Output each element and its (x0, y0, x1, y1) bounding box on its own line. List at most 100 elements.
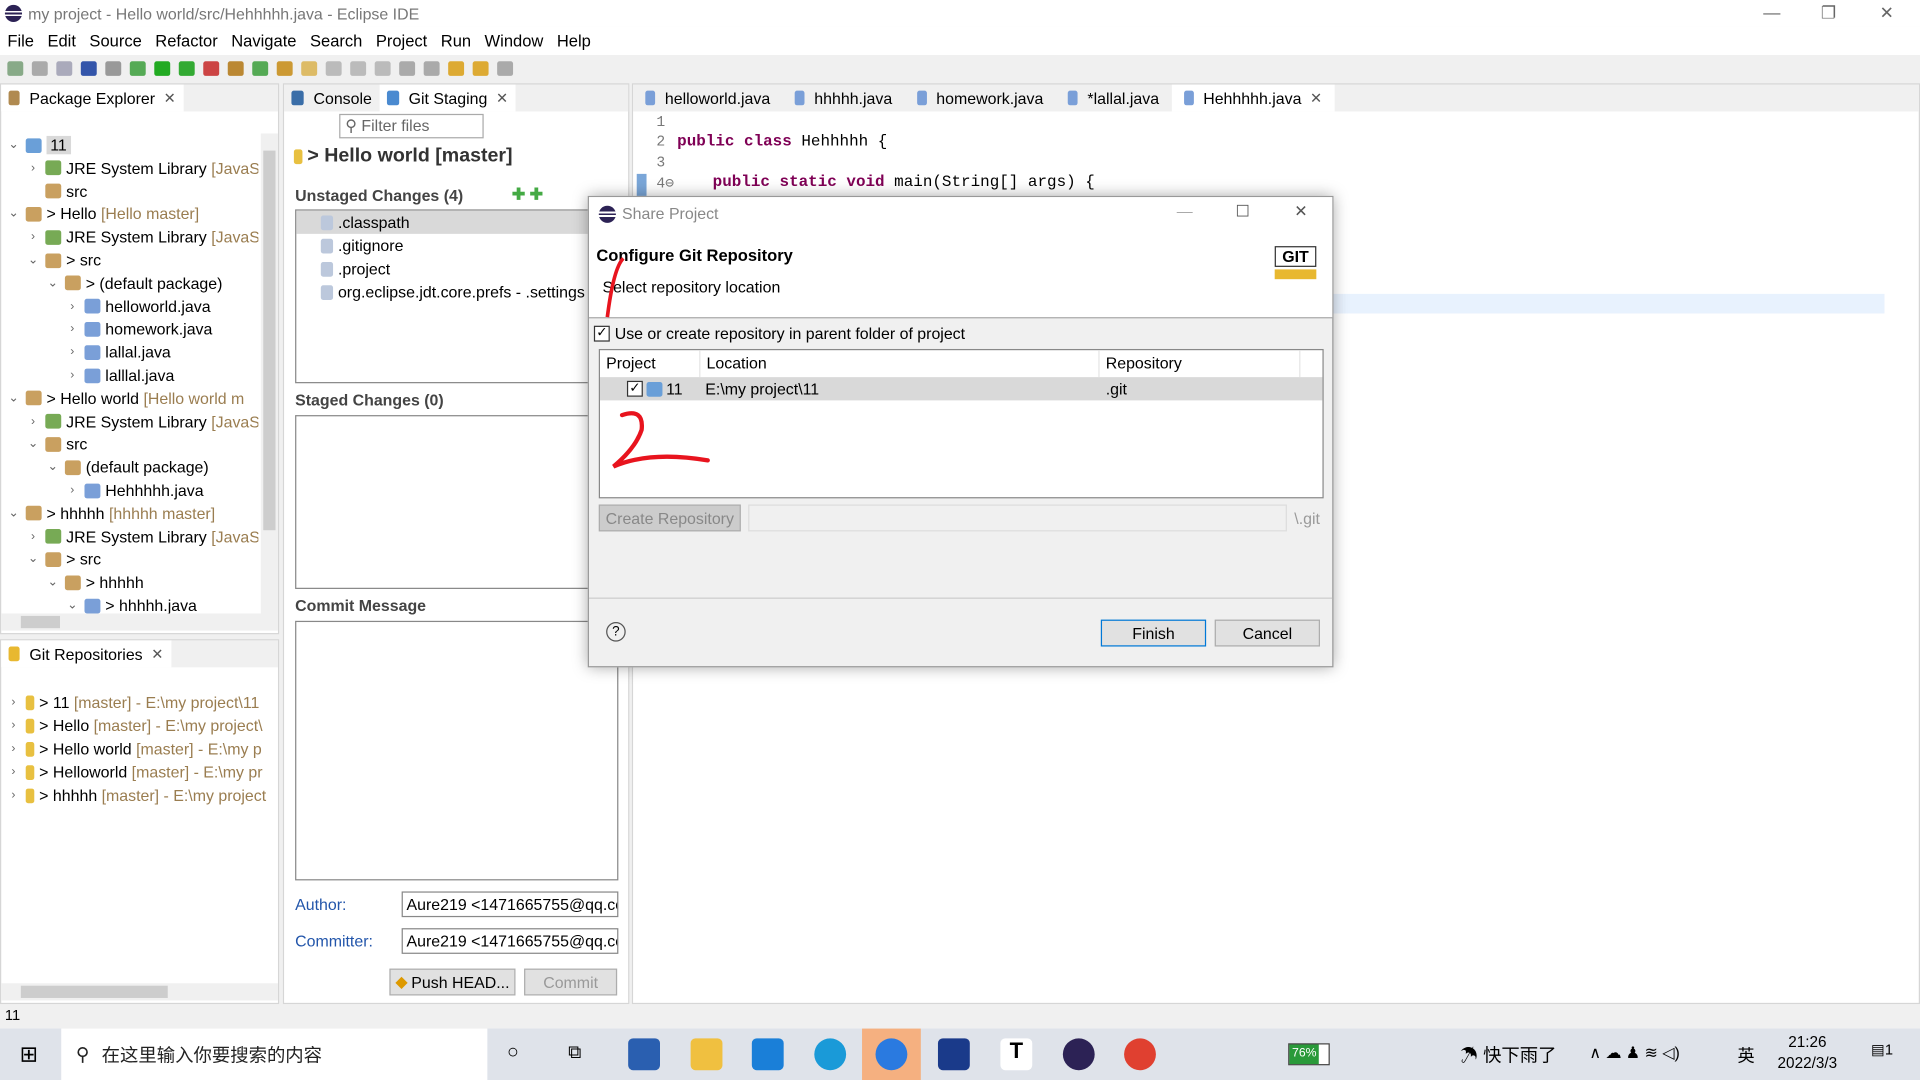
toolbar-button-icon[interactable] (399, 61, 416, 76)
chevron-right-icon[interactable]: › (65, 484, 80, 497)
chevron-right-icon[interactable]: › (26, 230, 41, 243)
toolbar-button-icon[interactable] (374, 61, 391, 76)
chevron-right-icon[interactable]: › (26, 530, 41, 543)
chevron-down-icon[interactable]: ⌄ (45, 576, 60, 589)
chevron-right-icon[interactable]: › (26, 161, 41, 174)
toolbar-button-icon[interactable] (129, 61, 146, 76)
chevron-down-icon[interactable]: ⌄ (26, 253, 41, 266)
editor-tab[interactable]: helloworld.java (633, 84, 782, 111)
battery-icon[interactable]: 76% (1288, 1043, 1330, 1066)
tree-item[interactable]: ⌄ > src (26, 548, 101, 571)
devcpp-icon[interactable] (937, 1038, 970, 1071)
editor-tab[interactable]: hhhhh.java (782, 84, 904, 111)
unstaged-changes-list[interactable]: .classpath .gitignore .project org.eclipse.… (295, 209, 638, 384)
chevron-right-icon[interactable]: › (6, 742, 21, 755)
repository-item[interactable]: › > Hello world [master] - E:\my p (6, 737, 261, 760)
close-icon[interactable]: ✕ (151, 645, 163, 662)
close-button[interactable]: ✕ (1880, 2, 1894, 23)
add-icon[interactable]: ✚ ✚ (512, 185, 543, 205)
toolbar-button-icon[interactable] (423, 61, 440, 76)
toolbar-button-icon[interactable] (7, 61, 24, 76)
toolbar-button-icon[interactable] (276, 61, 293, 76)
chevron-right-icon[interactable]: › (65, 346, 80, 359)
tree-item[interactable]: ⌄ > src (26, 249, 101, 272)
taskbar-search-input[interactable]: ⚲ 在这里输入你要搜索的内容 (61, 1028, 488, 1080)
menu-project[interactable]: Project (376, 32, 427, 50)
chevron-right-icon[interactable]: › (65, 300, 80, 313)
chevron-down-icon[interactable]: ⌄ (45, 461, 60, 474)
toolbar-button-icon[interactable] (472, 61, 489, 76)
tree-item[interactable]: ⌄ > hhhhh.java (65, 594, 197, 613)
tray-icons[interactable]: ∧ ☁ ♟ ≋ ◁) (1589, 1043, 1679, 1063)
toolbar-button-icon[interactable] (227, 61, 244, 76)
tree-item[interactable]: › Hehhhhh.java (65, 479, 203, 502)
chevron-down-icon[interactable]: ⌄ (6, 138, 21, 151)
committer-input[interactable]: Aure219 <1471665755@qq.com> (401, 928, 619, 954)
tree-item[interactable]: › JRE System Library [JavaSE (26, 525, 258, 548)
chevron-down-icon[interactable]: ⌄ (45, 276, 60, 289)
task-view-icon[interactable]: ⧉ (568, 1042, 581, 1063)
eclipse-taskbar-icon[interactable] (1062, 1038, 1095, 1071)
chevron-down-icon[interactable]: ⌄ (26, 553, 41, 566)
toolbar-button-icon[interactable] (350, 61, 367, 76)
chevron-right-icon[interactable]: › (6, 719, 21, 732)
repository-item[interactable]: › > 11 [master] - E:\my project\11 (6, 691, 259, 714)
tree-item[interactable]: › JRE System Library [JavaSE (26, 410, 258, 433)
notification-icon[interactable]: ▤1 (1871, 1041, 1893, 1058)
restore-button[interactable]: ❐ (1821, 2, 1836, 23)
menu-navigate[interactable]: Navigate (231, 32, 296, 50)
editor-tab[interactable]: homework.java (904, 84, 1055, 111)
unstaged-file[interactable]: .project (296, 257, 636, 280)
editor-tab[interactable]: *lallal.java (1056, 84, 1172, 111)
tree-item[interactable]: ⌄ > hhhhh [hhhhh master] (6, 502, 215, 525)
clock[interactable]: 21:26 2022/3/3 (1768, 1033, 1846, 1071)
commit-button[interactable]: Commit (524, 968, 618, 996)
unstaged-file[interactable]: org.eclipse.jdt.core.prefs - .settings (296, 280, 636, 303)
toolbar-button-icon[interactable] (448, 61, 465, 76)
tree-item[interactable]: › homework.java (65, 318, 212, 341)
toolbar-button-icon[interactable] (178, 61, 195, 76)
chevron-down-icon[interactable]: ⌄ (65, 599, 80, 612)
chevron-down-icon[interactable]: ⌄ (6, 207, 21, 220)
chevron-right-icon[interactable]: › (6, 696, 21, 709)
menu-file[interactable]: File (7, 32, 34, 50)
tree-item[interactable]: › lallal.java (65, 341, 171, 364)
feishu-icon[interactable] (875, 1038, 908, 1071)
minimize-button[interactable]: — (1763, 2, 1780, 22)
unstaged-file[interactable]: .gitignore (296, 234, 636, 257)
tree-item[interactable]: › helloworld.java (65, 295, 211, 318)
tree-item[interactable]: ⌄ src (26, 433, 87, 456)
tree-item[interactable]: src (26, 180, 87, 203)
tree-item[interactable]: › JRE System Library [JavaSE (26, 156, 258, 179)
menu-source[interactable]: Source (89, 32, 141, 50)
commit-message-input[interactable] (295, 620, 619, 881)
app-icon[interactable] (1124, 1038, 1156, 1071)
menu-search[interactable]: Search (310, 32, 362, 50)
staged-changes-list[interactable] (295, 415, 638, 589)
chevron-right-icon[interactable]: › (65, 323, 80, 336)
chevron-right-icon[interactable]: › (65, 369, 80, 382)
chevron-down-icon[interactable]: ⌄ (6, 392, 21, 405)
mail-icon[interactable] (751, 1038, 784, 1071)
menu-help[interactable]: Help (557, 32, 591, 50)
menu-refactor[interactable]: Refactor (155, 32, 217, 50)
tab-package-explorer[interactable]: Package Explorer ✕ (1, 84, 184, 112)
tab-console[interactable]: Console (284, 84, 379, 111)
filter-files-input[interactable]: ⚲ Filter files (339, 113, 484, 139)
edge-icon[interactable] (814, 1038, 847, 1071)
tree-item[interactable]: ⌄ > (default package) (45, 272, 223, 295)
author-input[interactable]: Aure219 <1471665755@qq.com> (401, 891, 619, 918)
close-icon[interactable]: ✕ (496, 89, 508, 106)
toolbar-button-icon[interactable] (105, 61, 122, 76)
chevron-down-icon[interactable]: ⌄ (26, 438, 41, 451)
push-head-button[interactable]: ◆ Push HEAD... (389, 968, 516, 996)
toolbar-button-icon[interactable] (325, 61, 342, 76)
menu-window[interactable]: Window (485, 32, 544, 50)
toolbar-button-icon[interactable] (203, 61, 220, 76)
tree-item[interactable]: ⌄ (default package) (45, 456, 209, 479)
toolbar-button-icon[interactable] (31, 61, 48, 76)
vertical-scrollbar[interactable] (260, 133, 278, 614)
typora-icon[interactable]: T (1000, 1038, 1033, 1071)
chevron-right-icon[interactable]: › (6, 765, 21, 778)
tree-item[interactable]: ⌄ > Hello [Hello master] (6, 203, 199, 226)
